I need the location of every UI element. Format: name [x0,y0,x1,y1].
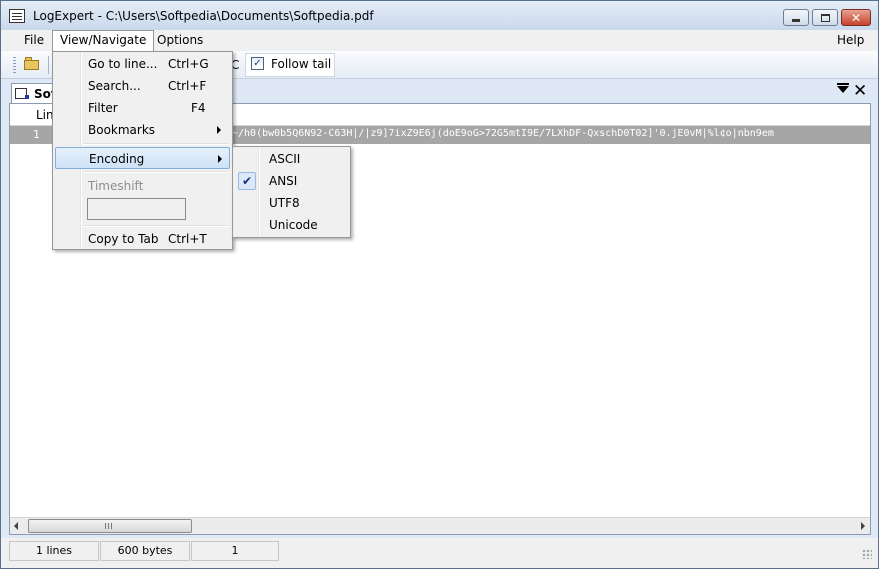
app-window: LogExpert - C:\Users\Softpedia\Documents… [0,0,879,569]
grip-icon [105,523,113,529]
menu-item-copy-to-tab[interactable]: Copy to Tab Ctrl+T [55,228,230,250]
status-current-line: 1 [191,541,279,561]
menu-item-shortcut: Ctrl+F [168,79,207,93]
follow-tail-label[interactable]: Follow tail [271,57,331,71]
encoding-option-utf8[interactable]: UTF8 [235,192,348,214]
title-bar[interactable]: LogExpert - C:\Users\Softpedia\Documents… [1,1,878,30]
menu-item-label: Search... [88,79,141,93]
menu-item-label: Copy to Tab [88,232,159,246]
menu-item-filter[interactable]: Filter F4 [55,97,230,119]
menu-item-label: Bookmarks [88,123,156,137]
checkmark-icon: ✔ [238,172,256,190]
view-navigate-menu: Go to line... Ctrl+G Search... Ctrl+F Fi… [52,51,233,250]
menu-separator [83,225,229,227]
row-log-text: ~/h0(bw0b5Q6N92-C63H|/|z9]7ixZ9E6j(doE9o… [232,128,774,139]
encoding-option-label: ASCII [269,152,301,166]
menu-item-go-to-line[interactable]: Go to line... Ctrl+G [55,53,230,75]
encoding-option-ascii[interactable]: ASCII [235,148,348,170]
menu-view-navigate[interactable]: View/Navigate [52,30,155,52]
open-file-button[interactable] [24,57,40,71]
menu-help[interactable]: Help [830,30,871,51]
menu-item-label: Go to line... [88,57,158,71]
toolbar-grip[interactable] [13,57,16,73]
menu-bar: File View/Navigate Options Help [1,30,878,52]
close-icon: ✕ [850,10,862,25]
scroll-right-icon[interactable] [861,522,865,530]
submenu-arrow-icon [218,155,222,163]
toolbar-separator [48,56,49,74]
menu-item-shortcut: Ctrl+G [168,57,209,71]
status-line-count: 1 lines [9,541,99,561]
menu-item-label: Encoding [89,152,145,166]
minimize-icon [792,19,800,22]
menu-file[interactable]: File [17,30,51,51]
menu-item-search[interactable]: Search... Ctrl+F [55,75,230,97]
menu-item-timeshift: Timeshift [55,175,230,197]
status-bar: 1 lines 600 bytes 1 [1,538,878,568]
horizontal-scrollbar[interactable] [10,517,870,534]
logexpert-app-icon[interactable] [9,9,25,23]
row-line-number: 1 [33,128,40,141]
menu-item-encoding[interactable]: Encoding [55,147,230,169]
follow-tail-checkbox[interactable]: ✓ [251,57,264,70]
window-title: LogExpert - C:\Users\Softpedia\Documents… [33,9,374,23]
menu-options[interactable]: Options [150,30,210,51]
tab-close-icon[interactable]: ✕ [853,81,867,101]
menu-item-bookmarks[interactable]: Bookmarks [55,119,230,141]
encoding-option-ansi[interactable]: ✔ ANSI [235,170,348,192]
minimize-button[interactable] [783,9,809,26]
close-button[interactable]: ✕ [841,9,871,26]
resize-grip-icon[interactable] [862,549,872,559]
document-icon [15,88,29,99]
encoding-option-label: Unicode [269,218,318,232]
menu-separator [83,171,229,173]
maximize-icon [820,13,830,22]
status-byte-count: 600 bytes [100,541,190,561]
menu-item-shortcut: Ctrl+T [168,232,207,246]
submenu-arrow-icon [217,126,221,134]
encoding-option-label: UTF8 [269,196,300,210]
encoding-submenu: ASCII ✔ ANSI UTF8 Unicode [232,146,351,238]
tab-dropdown-icon[interactable] [837,83,849,93]
column-header-line[interactable]: Lin [36,108,54,122]
scroll-thumb[interactable] [28,519,192,533]
scroll-left-icon[interactable] [14,522,18,530]
encoding-option-label: ANSI [269,174,298,188]
timeshift-input [87,198,186,220]
menu-item-label: Timeshift [88,179,144,193]
menu-item-label: Filter [88,101,118,115]
menu-separator [83,143,229,145]
encoding-option-unicode[interactable]: Unicode [235,214,348,236]
maximize-button[interactable] [812,9,838,26]
menu-item-shortcut: F4 [191,101,206,115]
